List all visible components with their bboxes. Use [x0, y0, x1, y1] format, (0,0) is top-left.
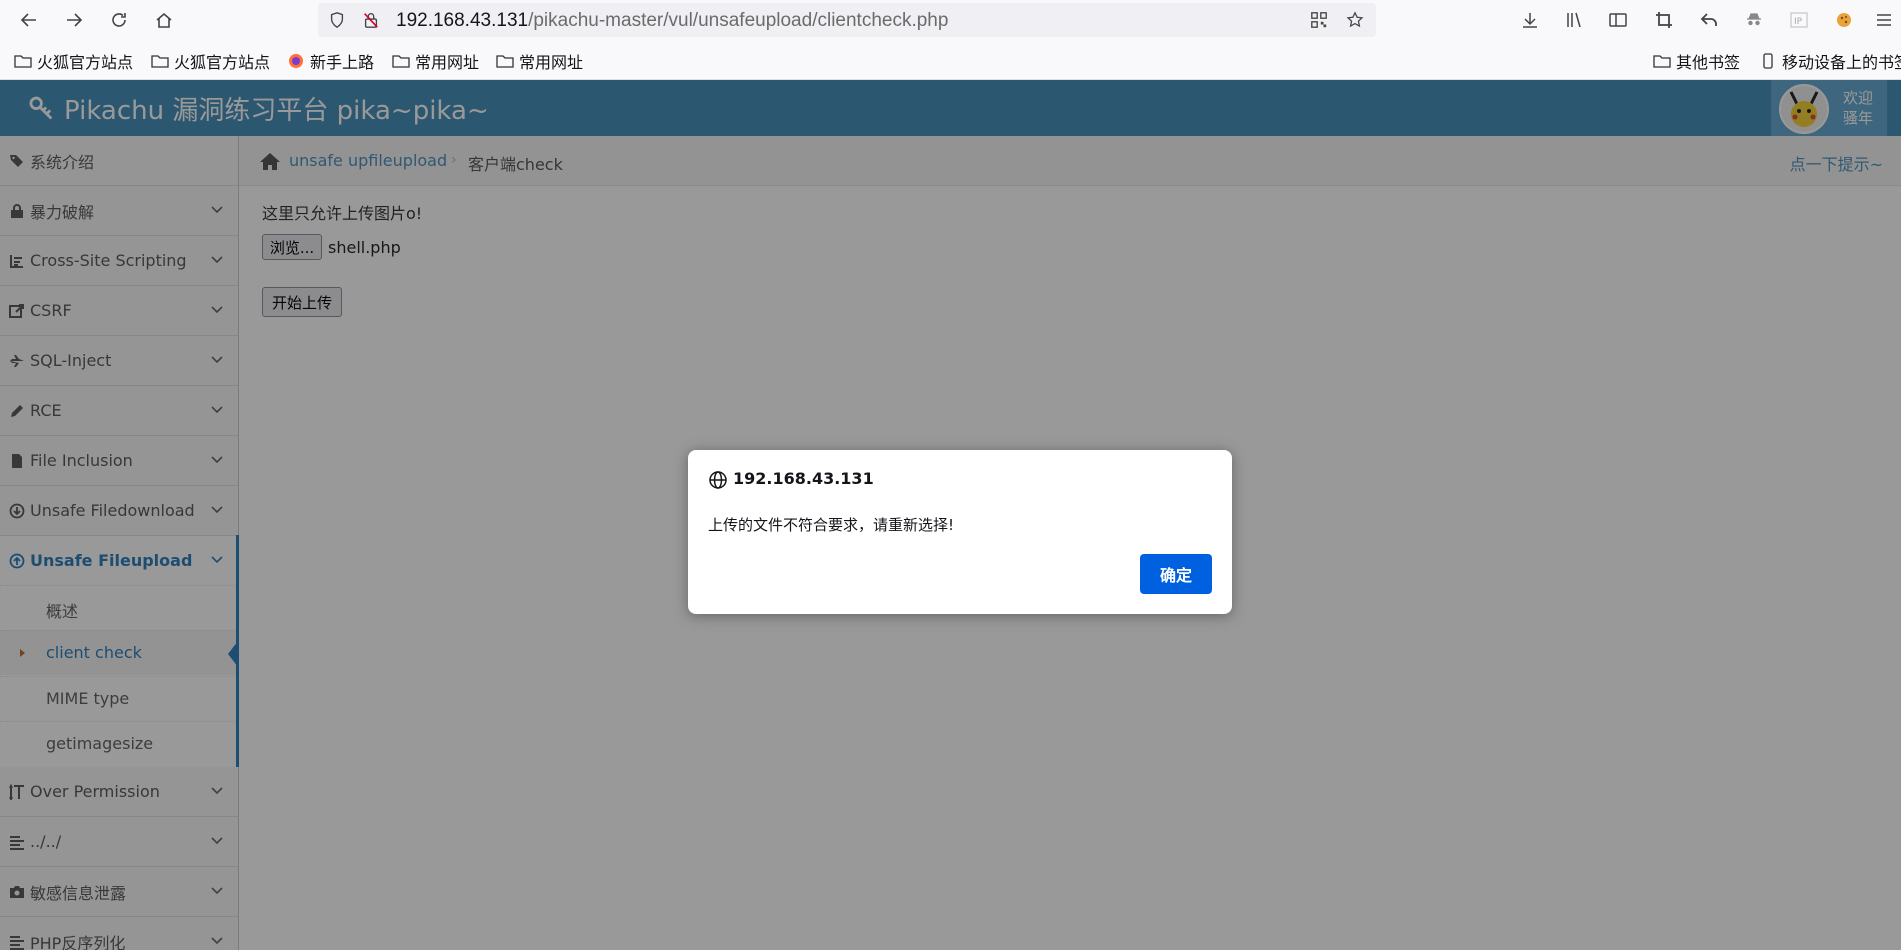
ok-button[interactable]: 确定: [1140, 554, 1212, 594]
library-icon[interactable]: [1560, 6, 1588, 34]
folder-icon: [1653, 55, 1671, 68]
crop-icon[interactable]: [1650, 6, 1678, 34]
mobile-bookmarks[interactable]: 移动设备上的书签: [1759, 50, 1901, 72]
dialog-message: 上传的文件不符合要求，请重新选择!: [708, 516, 955, 534]
qr-code-icon[interactable]: [1308, 9, 1330, 31]
bookmark-item[interactable]: 常用网址: [496, 50, 583, 72]
browser-toolbar: 192.168.43.131/pikachu-master/vul/unsafe…: [0, 0, 1901, 40]
undo-icon[interactable]: [1695, 6, 1723, 34]
mobile-icon: [1763, 53, 1773, 69]
insecure-lock-icon[interactable]: [360, 9, 382, 31]
firefox-icon: [289, 54, 303, 68]
incognito-icon[interactable]: [1740, 6, 1768, 34]
folder-icon: [392, 55, 410, 68]
alert-dialog: 192.168.43.131 上传的文件不符合要求，请重新选择! 确定: [688, 450, 1232, 614]
shield-icon[interactable]: [326, 9, 348, 31]
download-icon[interactable]: [1516, 6, 1544, 34]
bookmark-item[interactable]: 火狐官方站点: [14, 50, 133, 72]
bookmarks-bar: 火狐官方站点 火狐官方站点 新手上路 常用网址 常用网址 其他书签 移动设备上的…: [0, 40, 1901, 80]
home-icon[interactable]: [150, 6, 178, 34]
star-icon[interactable]: [1344, 9, 1366, 31]
bookmark-item[interactable]: 新手上路: [287, 50, 374, 72]
url-text[interactable]: 192.168.43.131/pikachu-master/vul/unsafe…: [396, 10, 948, 32]
folder-icon: [14, 55, 32, 68]
forward-icon[interactable]: [60, 6, 88, 34]
reload-icon[interactable]: [105, 6, 133, 34]
url-host: 192.168.43.131: [396, 10, 529, 31]
folder-icon: [496, 55, 514, 68]
bookmark-item[interactable]: 常用网址: [392, 50, 479, 72]
url-bar[interactable]: 192.168.43.131/pikachu-master/vul/unsafe…: [318, 3, 1376, 37]
menu-icon[interactable]: [1870, 6, 1898, 34]
other-bookmarks[interactable]: 其他书签: [1653, 50, 1740, 72]
url-path: /pikachu-master/vul/unsafeupload/clientc…: [528, 10, 949, 31]
cookie-icon[interactable]: [1830, 6, 1858, 34]
ip-icon[interactable]: IP: [1785, 6, 1813, 34]
back-icon[interactable]: [15, 6, 43, 34]
sidebar-toggle-icon[interactable]: [1604, 6, 1632, 34]
bookmark-item[interactable]: 火狐官方站点: [151, 50, 270, 72]
folder-icon: [151, 55, 169, 68]
svg-text:IP: IP: [1794, 17, 1803, 27]
globe-icon: [709, 471, 727, 489]
dialog-title: 192.168.43.131: [733, 469, 874, 488]
